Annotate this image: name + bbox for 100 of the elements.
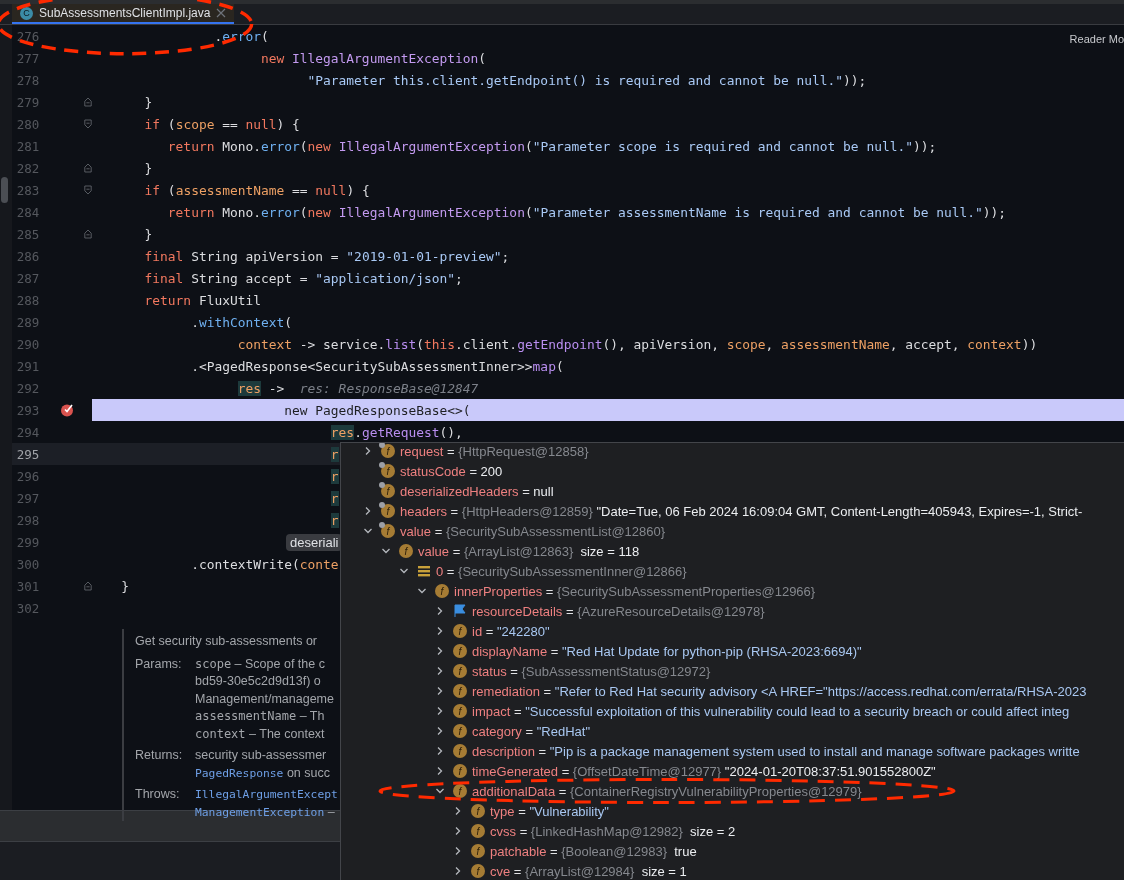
field-icon: f [381, 444, 395, 458]
doc-line: context – The context [195, 725, 326, 743]
fold-icon[interactable] [84, 184, 92, 196]
line-number: 280 [15, 116, 40, 132]
chevron-icon[interactable] [435, 606, 445, 616]
doc-summary: Get security sub-assessments or [135, 633, 317, 650]
line-number: 297 [15, 490, 40, 506]
field-icon: f [471, 804, 485, 818]
line-number: 287 [15, 270, 40, 286]
line-number: 286 [15, 248, 40, 264]
doc-line: security sub-assessmer [195, 747, 328, 764]
variable-label[interactable]: additionalData = {ContainerRegistryVulnerabilityProperties@12979} [472, 783, 862, 799]
variable-label[interactable]: cvss = {LinkedHashMap@12982} size = 2 [490, 823, 736, 839]
doc-line: PagedResponse on succ [195, 764, 330, 782]
chevron-icon[interactable] [435, 726, 445, 736]
code-line: new IllegalArgumentException( [259, 50, 487, 66]
field-icon: f [399, 544, 413, 558]
chevron-icon[interactable] [435, 666, 445, 676]
code-line: return FluxUtil [143, 292, 261, 308]
code-line: return Mono.error(new IllegalArgumentException("Parameter assessmentName is required and cannot be null.")); [166, 204, 1007, 220]
code-line: final String accept = "application/json"; [143, 270, 463, 286]
field-icon: f [453, 744, 467, 758]
field-icon: f [453, 784, 467, 798]
code-line: .<PagedResponse<SecuritySubAssessmentInner>>map( [190, 358, 564, 374]
variable-label[interactable]: displayName = "Red Hat Update for python-pip (RHSA-2023:6694)" [472, 643, 862, 659]
fold-icon[interactable] [84, 118, 92, 130]
fold-icon[interactable] [84, 162, 92, 174]
chevron-icon[interactable] [435, 706, 445, 716]
chevron-icon[interactable] [435, 746, 445, 756]
doc-line: bd59-30e5c2d9d13f) o [195, 673, 322, 690]
doc-line: assessmentName – Th [195, 708, 326, 725]
line-number: 278 [15, 72, 40, 88]
chevron-icon[interactable] [453, 846, 463, 856]
doc-line: IllegalArgumentExcept [195, 787, 338, 803]
breakpoint-icon[interactable] [59, 403, 74, 417]
field-icon: f [453, 624, 467, 638]
reader-mode-label[interactable]: Reader Mo [1069, 33, 1124, 45]
variable-label[interactable]: request = {HttpRequest@12858} [400, 443, 589, 459]
variable-label[interactable]: type = "Vulnerability" [490, 803, 609, 819]
line-number: 284 [15, 204, 40, 220]
code-line: final String apiVersion = "2019-01-01-preview"; [143, 248, 510, 264]
file-tab[interactable]: C SubAssessmentsClientImpl.java [12, 4, 235, 24]
field-icon: f [381, 504, 395, 518]
variable-label[interactable]: remediation = "Refer to Red Hat security advisory <A HREF="https://access.redhat.com/errata/RHSA-2023 [472, 683, 1087, 699]
variable-label[interactable]: headers = {HttpHeaders@12859} "Date=Tue, 06 Feb 2024 16:09:04 GMT, Content-Length=405943, Expires=-1, Strict- [400, 503, 1083, 519]
code-line: "Parameter this.client.getEndpoint() is required and cannot be null.")); [306, 72, 867, 88]
field-icon: f [453, 684, 467, 698]
chevron-icon[interactable] [381, 546, 391, 556]
variable-label[interactable]: statusCode = 200 [400, 463, 503, 479]
scrollbar-thumb[interactable] [1, 177, 8, 203]
variable-label[interactable]: patchable = {Boolean@12983} true [490, 843, 697, 859]
chevron-icon[interactable] [435, 626, 445, 636]
fold-icon[interactable] [84, 228, 92, 240]
chevron-icon[interactable] [399, 566, 409, 576]
line-number: 288 [15, 292, 40, 308]
doc-label: Returns: [135, 747, 184, 764]
line-number: 282 [15, 160, 40, 176]
variable-label[interactable]: innerProperties = {SecuritySubAssessmentProperties@12966} [454, 583, 816, 599]
line-number: 293 [15, 402, 40, 418]
fold-icon[interactable] [84, 96, 92, 108]
variable-label[interactable]: id = "242280" [472, 623, 550, 639]
variable-label[interactable]: value = {ArrayList@12863} size = 118 [418, 543, 640, 559]
chevron-icon[interactable] [363, 506, 373, 516]
doc-line: Management/manageme [195, 690, 334, 708]
chevron-icon[interactable] [363, 446, 373, 456]
variable-label[interactable]: cve = {ArrayList@12984} size = 1 [490, 863, 687, 879]
variable-label[interactable]: timeGenerated = {OffsetDateTime@12977} "2024-01-20T08:37:51.901552800Z" [472, 763, 936, 779]
chevron-icon[interactable] [435, 646, 445, 656]
close-icon[interactable] [216, 8, 227, 18]
field-icon: f [453, 664, 467, 678]
code-line: } [143, 226, 153, 242]
chevron-icon[interactable] [363, 526, 373, 536]
chevron-icon[interactable] [435, 686, 445, 696]
chevron-icon[interactable] [453, 826, 463, 836]
line-number: 277 [15, 50, 40, 66]
chevron-icon[interactable] [435, 766, 445, 776]
variable-label[interactable]: 0 = {SecuritySubAssessmentInner@12866} [436, 563, 687, 579]
variable-label[interactable]: value = {SecuritySubAssessmentList@12860} [400, 523, 666, 539]
field-icon: f [471, 824, 485, 838]
variable-label[interactable]: category = "RedHat" [472, 723, 591, 739]
code-line: if (scope == null) { [143, 116, 300, 132]
chevron-icon[interactable] [453, 806, 463, 816]
code-line: } [120, 578, 130, 594]
line-number: 281 [15, 138, 40, 154]
variable-label[interactable]: description = "Pip is a package management system used to install and manage software packages writte [472, 743, 1080, 759]
variable-label[interactable]: resourceDetails = {AzureResourceDetails@12978} [472, 603, 765, 619]
line-number: 279 [15, 94, 40, 110]
code-line: if (assessmentName == null) { [143, 182, 370, 198]
fold-icon[interactable] [84, 580, 92, 592]
chevron-icon[interactable] [435, 786, 445, 796]
variable-label[interactable]: impact = "Successful exploitation of this vulnerability could lead to a security breach or could affect integ [472, 703, 1070, 719]
variable-label[interactable]: status = {SubAssessmentStatus@12972} [472, 663, 711, 679]
code-line: context -> service.list(this.client.getEndpoint(), apiVersion, scope, assessmentName, accept, context)) [236, 336, 1038, 352]
hint-chip: deseriali [286, 533, 343, 551]
chevron-icon[interactable] [417, 586, 427, 596]
chevron-icon[interactable] [453, 866, 463, 876]
variable-label[interactable]: deserializedHeaders = null [400, 483, 554, 499]
line-number: 296 [15, 468, 40, 484]
line-number: 300 [15, 556, 40, 572]
code-line: .contextWrite(conte [190, 556, 339, 572]
